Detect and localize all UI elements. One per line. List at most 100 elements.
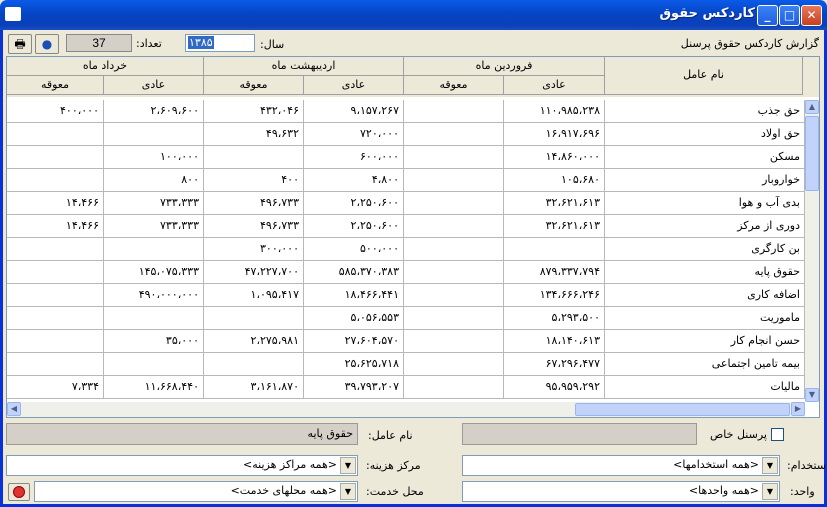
table-row[interactable]: ۴۹،۶۳۲ ۷۲۰،۰۰۰ ۱۶،۹۱۷،۶۹۶ حق اولاد	[7, 123, 805, 146]
chevron-down-icon[interactable]: ▼	[340, 457, 356, 474]
amount-cell[interactable]: ۳۲،۶۲۱،۶۱۳	[504, 192, 605, 215]
subheader-deferred[interactable]: معوقه	[404, 76, 504, 95]
amount-cell[interactable]: ۴۹۶،۷۳۳	[204, 215, 304, 238]
factor-name-cell[interactable]: خواروبار	[605, 169, 805, 192]
amount-cell[interactable]: ۷۳۳،۳۳۳	[104, 215, 204, 238]
factor-name-cell[interactable]: مسکن	[605, 146, 805, 169]
app-icon[interactable]	[5, 7, 21, 21]
amount-cell[interactable]: ۱۱،۶۶۸،۴۴۰	[104, 376, 204, 399]
special-staff-checkbox[interactable]	[771, 428, 784, 441]
employment-select[interactable]: <همه استخدامها> ▼	[462, 455, 780, 476]
subheader-deferred[interactable]: معوقه	[7, 76, 104, 95]
amount-cell[interactable]	[7, 123, 104, 146]
scroll-left-button[interactable]: ◀	[7, 402, 21, 416]
amount-cell[interactable]	[204, 307, 304, 330]
amount-cell[interactable]: ۱،۰۹۵،۴۱۷	[204, 284, 304, 307]
service-place-select[interactable]: <همه محلهای خدمت> ▼	[34, 481, 358, 502]
amount-cell[interactable]	[7, 261, 104, 284]
amount-cell[interactable]: ۱۳۴،۶۶۶،۲۴۶	[504, 284, 605, 307]
amount-cell[interactable]	[404, 353, 504, 376]
table-row[interactable]: ۱۴،۴۶۶ ۷۳۳،۳۳۳ ۴۹۶،۷۳۳ ۲،۲۵۰،۶۰۰ ۳۲،۶۲۱،۶۱۳ ب…	[7, 192, 805, 215]
amount-cell[interactable]: ۲،۲۷۵،۹۸۱	[204, 330, 304, 353]
factor-name-cell[interactable]: بدی آب و هوا	[605, 192, 805, 215]
table-row[interactable]: ۲۵،۶۲۵،۷۱۸ ۶۷،۲۹۶،۴۷۷ بیمه تامین اجتماعی	[7, 353, 805, 376]
vertical-scrollbar[interactable]: ▲ ▼	[805, 100, 819, 402]
amount-cell[interactable]: ۳۰۰،۰۰۰	[204, 238, 304, 261]
amount-cell[interactable]: ۱۴۵،۰۷۵،۳۳۳	[104, 261, 204, 284]
amount-cell[interactable]: ۲،۶۰۹،۶۰۰	[104, 100, 204, 123]
amount-cell[interactable]: ۷۲۰،۰۰۰	[304, 123, 404, 146]
amount-cell[interactable]	[104, 353, 204, 376]
amount-cell[interactable]: ۱۱۰،۹۸۵،۲۳۸	[504, 100, 605, 123]
table-row[interactable]: ۳۵،۰۰۰ ۲،۲۷۵،۹۸۱ ۲۷،۶۰۴،۵۷۰ ۱۸،۱۴۰،۶۱۳ حسن ا…	[7, 330, 805, 353]
cost-center-select[interactable]: <همه مراکز هزینه> ▼	[6, 455, 358, 476]
amount-cell[interactable]: ۷،۳۳۴	[7, 376, 104, 399]
amount-cell[interactable]	[104, 238, 204, 261]
amount-cell[interactable]: ۲،۲۵۰،۶۰۰	[304, 192, 404, 215]
amount-cell[interactable]: ۴۹۶،۷۳۳	[204, 192, 304, 215]
table-row[interactable]: ۴۰۰،۰۰۰ ۲،۶۰۹،۶۰۰ ۴۳۲،۰۴۶ ۹،۱۵۷،۲۶۷ ۱۱۰،۹۸۵،…	[7, 100, 805, 123]
amount-cell[interactable]: ۴۰۰،۰۰۰	[7, 100, 104, 123]
amount-cell[interactable]	[7, 238, 104, 261]
amount-cell[interactable]	[404, 100, 504, 123]
unit-select[interactable]: <همه واحدها> ▼	[462, 481, 780, 502]
amount-cell[interactable]	[404, 169, 504, 192]
amount-cell[interactable]: ۴۷،۲۲۷،۷۰۰	[204, 261, 304, 284]
amount-cell[interactable]: ۸۷۹،۳۳۷،۷۹۴	[504, 261, 605, 284]
amount-cell[interactable]	[404, 238, 504, 261]
amount-cell[interactable]	[504, 238, 605, 261]
amount-cell[interactable]: ۱۰۰،۰۰۰	[104, 146, 204, 169]
table-row[interactable]: ۸۰۰ ۴۰۰ ۴،۸۰۰ ۱۰۵،۶۸۰ خواروبار	[7, 169, 805, 192]
amount-cell[interactable]	[104, 307, 204, 330]
amount-cell[interactable]: ۷۳۳،۳۳۳	[104, 192, 204, 215]
amount-cell[interactable]: ۴۹،۶۳۲	[204, 123, 304, 146]
horizontal-scrollbar[interactable]: ◀ ▶	[7, 402, 805, 417]
grid-body[interactable]: ۴۰۰،۰۰۰ ۲،۶۰۹،۶۰۰ ۴۳۲،۰۴۶ ۹،۱۵۷،۲۶۷ ۱۱۰،۹۸۵،…	[7, 100, 819, 402]
amount-cell[interactable]: ۱۴،۴۶۶	[7, 192, 104, 215]
amount-cell[interactable]: ۱۴،۴۶۶	[7, 215, 104, 238]
subheader-normal[interactable]: عادی	[304, 76, 404, 95]
amount-cell[interactable]: ۵،۲۹۳،۵۰۰	[504, 307, 605, 330]
subheader-normal[interactable]: عادی	[104, 76, 204, 95]
factor-name-cell[interactable]: دوری از مرکز	[605, 215, 805, 238]
factor-name-cell[interactable]: بن کارگری	[605, 238, 805, 261]
amount-cell[interactable]	[404, 307, 504, 330]
amount-cell[interactable]: ۲،۲۵۰،۶۰۰	[304, 215, 404, 238]
factor-name-cell[interactable]: اضافه کاری	[605, 284, 805, 307]
amount-cell[interactable]	[204, 353, 304, 376]
factor-name-cell[interactable]: حقوق پایه	[605, 261, 805, 284]
scroll-right-button[interactable]: ▶	[791, 402, 805, 416]
horizontal-scroll-thumb[interactable]	[575, 403, 790, 416]
maximize-button[interactable]: □	[779, 5, 800, 26]
amount-cell[interactable]: ۴۳۲،۰۴۶	[204, 100, 304, 123]
factor-name-cell[interactable]: حق جذب	[605, 100, 805, 123]
amount-cell[interactable]	[404, 261, 504, 284]
amount-cell[interactable]: ۳۵،۰۰۰	[104, 330, 204, 353]
amount-cell[interactable]: ۶۷،۲۹۶،۴۷۷	[504, 353, 605, 376]
amount-cell[interactable]: ۴۰۰	[204, 169, 304, 192]
amount-cell[interactable]	[404, 192, 504, 215]
amount-cell[interactable]: ۱۴،۸۶۰،۰۰۰	[504, 146, 605, 169]
amount-cell[interactable]	[404, 146, 504, 169]
chevron-down-icon[interactable]: ▼	[762, 483, 778, 500]
amount-cell[interactable]	[404, 215, 504, 238]
amount-cell[interactable]: ۱۸،۱۴۰،۶۱۳	[504, 330, 605, 353]
amount-cell[interactable]	[7, 330, 104, 353]
amount-cell[interactable]	[104, 123, 204, 146]
amount-cell[interactable]: ۴۹۰،۰۰۰،۰۰۰	[104, 284, 204, 307]
year-input[interactable]: ۱۳۸۵	[185, 34, 255, 52]
exit-button[interactable]	[8, 483, 30, 501]
globe-button[interactable]: ●	[35, 34, 59, 54]
table-row[interactable]: ۱۴۵،۰۷۵،۳۳۳ ۴۷،۲۲۷،۷۰۰ ۵۸۵،۳۷۰،۳۸۳ ۸۷۹،۳۳۷،…	[7, 261, 805, 284]
factor-name-cell[interactable]: حسن انجام کار	[605, 330, 805, 353]
amount-cell[interactable]: ۱۸،۴۶۶،۴۴۱	[304, 284, 404, 307]
amount-cell[interactable]: ۵۰۰،۰۰۰	[304, 238, 404, 261]
minimize-button[interactable]: _	[757, 5, 778, 26]
amount-cell[interactable]	[404, 376, 504, 399]
table-row[interactable]: ۵،۰۵۶،۵۵۳ ۵،۲۹۳،۵۰۰ ماموریت	[7, 307, 805, 330]
amount-cell[interactable]: ۵،۰۵۶،۵۵۳	[304, 307, 404, 330]
amount-cell[interactable]: ۸۰۰	[104, 169, 204, 192]
amount-cell[interactable]: ۱۶،۹۱۷،۶۹۶	[504, 123, 605, 146]
amount-cell[interactable]: ۲۷،۶۰۴،۵۷۰	[304, 330, 404, 353]
payroll-grid[interactable]: خرداد ماه اردیبهشت ماه فروردین ماه نام ع…	[6, 56, 820, 418]
